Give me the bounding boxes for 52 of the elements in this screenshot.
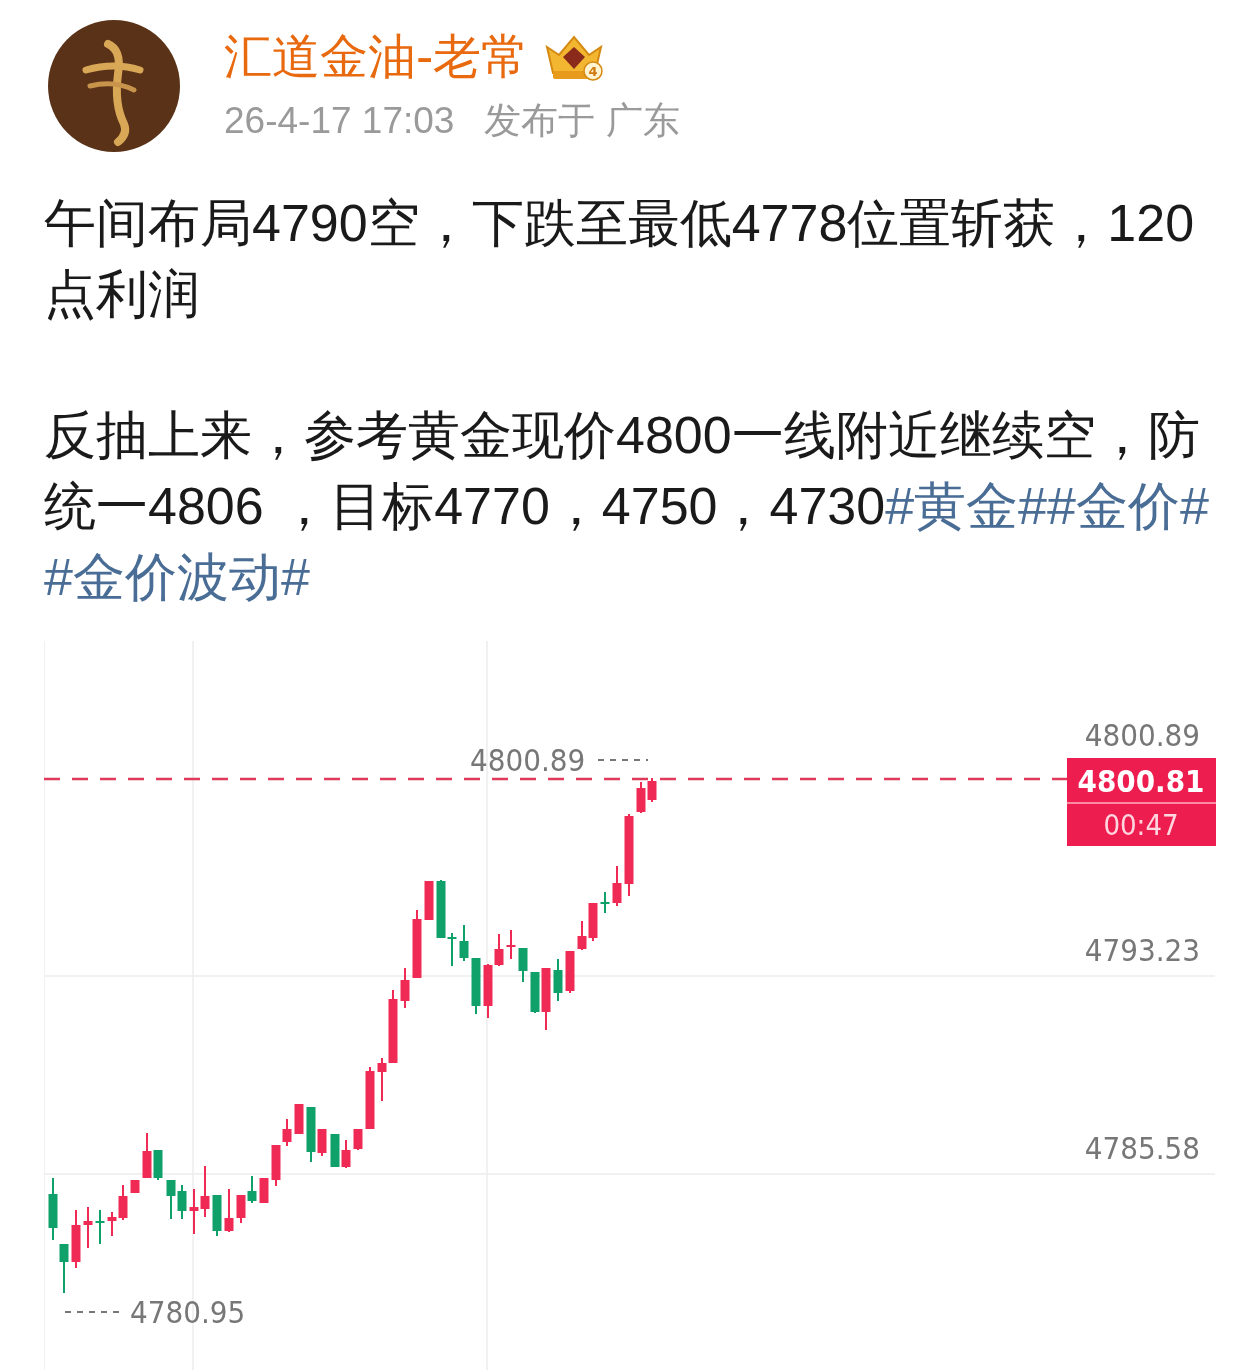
candle xyxy=(553,959,563,1001)
candle xyxy=(83,1207,93,1248)
candle xyxy=(212,1195,222,1236)
candle xyxy=(224,1189,234,1232)
candle xyxy=(471,958,481,1014)
last-price-value: 4800.81 xyxy=(1077,763,1205,799)
avatar[interactable] xyxy=(48,20,180,152)
topic-link[interactable]: #黄金# xyxy=(885,477,1047,535)
candle xyxy=(612,866,622,906)
candle xyxy=(518,948,528,982)
candle xyxy=(294,1104,304,1134)
candle-countdown: 00:47 xyxy=(1103,808,1179,842)
candle xyxy=(48,1178,58,1240)
axis-price-label: 4793.23 xyxy=(1084,932,1200,968)
candle xyxy=(459,925,469,961)
candle xyxy=(506,930,516,959)
candle xyxy=(647,778,657,802)
candle xyxy=(166,1180,176,1219)
candle xyxy=(353,1129,363,1150)
candle xyxy=(565,951,575,993)
candle xyxy=(200,1166,210,1217)
candle xyxy=(95,1210,105,1244)
candle xyxy=(424,881,434,920)
axis-price-label: 4785.58 xyxy=(1084,1130,1200,1166)
author-name[interactable]: 汇道金油-老常 xyxy=(224,30,530,84)
topic-link[interactable]: #金价波动# xyxy=(44,548,310,606)
candle xyxy=(577,921,587,950)
candle xyxy=(177,1185,187,1219)
candle xyxy=(71,1210,81,1268)
candle xyxy=(130,1180,140,1193)
candle xyxy=(400,968,410,1008)
candle xyxy=(247,1176,257,1203)
candle xyxy=(636,782,646,813)
candle xyxy=(59,1244,69,1293)
candle xyxy=(341,1140,351,1168)
high-price-label: 4800.89 xyxy=(470,742,586,778)
axis-price-label: 4800.89 xyxy=(1084,717,1200,753)
low-price-label: 4780.95 xyxy=(130,1294,246,1330)
post-time: 26-4-17 17:03 xyxy=(224,101,455,142)
topic-link[interactable]: #金价# xyxy=(1047,477,1209,535)
candle xyxy=(365,1067,375,1129)
candle xyxy=(330,1134,340,1167)
candle xyxy=(600,892,610,913)
post-text: 午间布局4790空，下跌至最低4778位置斩获，120点利润 xyxy=(44,193,1196,325)
candle xyxy=(189,1189,199,1234)
leader-line xyxy=(597,759,649,761)
candle xyxy=(259,1178,269,1203)
candle xyxy=(412,910,422,978)
post-text: 反抽上来，参考黄金现价4800一线附近继续空，防统一4806 ，目标4770，4750，4730#黄金##金价# #金价波动# xyxy=(44,405,1210,608)
candle xyxy=(236,1195,246,1223)
post-location: 发布于 广东 xyxy=(484,101,680,142)
candle xyxy=(588,903,598,941)
